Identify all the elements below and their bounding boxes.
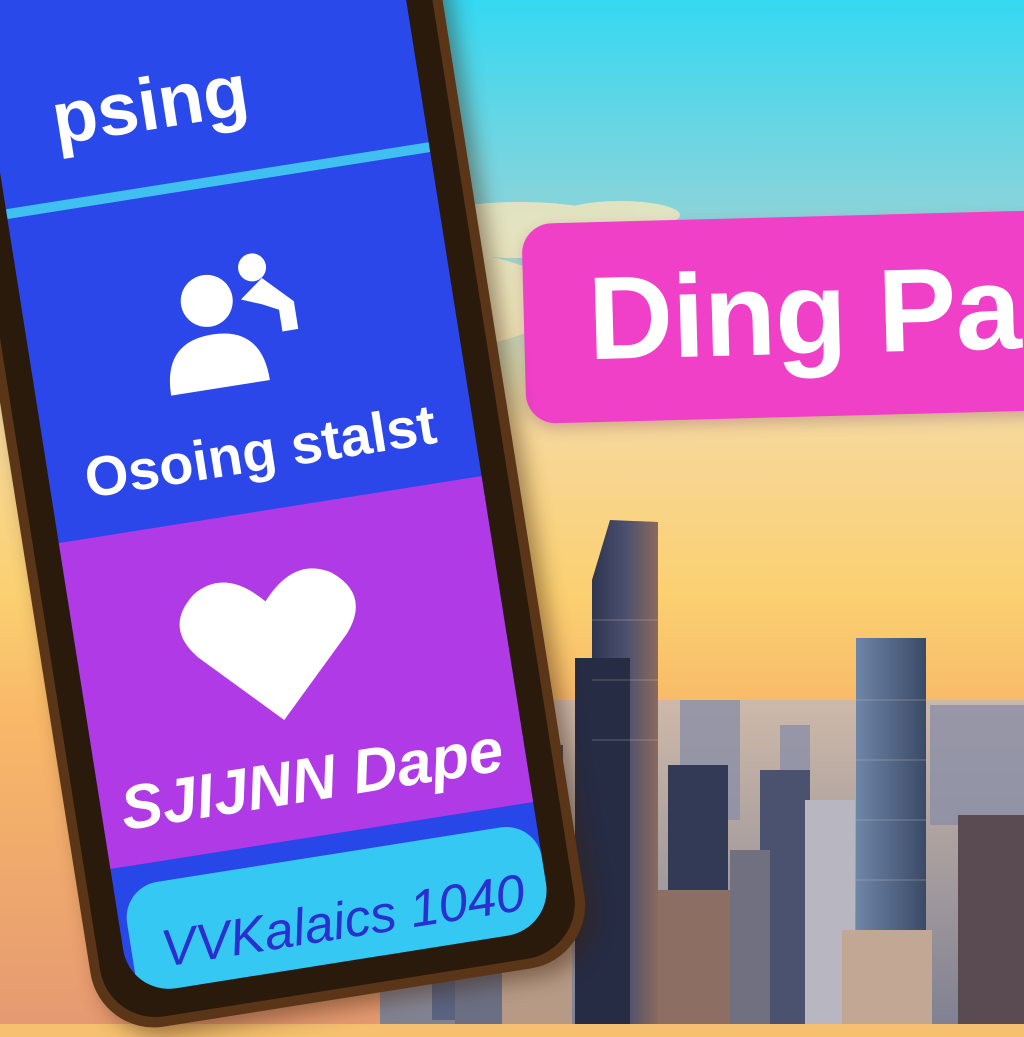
cta-label: VVKalaics 1040 xyxy=(157,863,529,979)
user-icon[interactable] xyxy=(143,245,313,407)
headline-banner: Ding Pa xyxy=(521,209,1024,424)
heart-icon[interactable] xyxy=(167,557,378,735)
app-title: psing xyxy=(45,47,254,161)
banner-text: Ding Pa xyxy=(586,242,1022,386)
match-label: SJIJNN Dape xyxy=(115,715,508,845)
